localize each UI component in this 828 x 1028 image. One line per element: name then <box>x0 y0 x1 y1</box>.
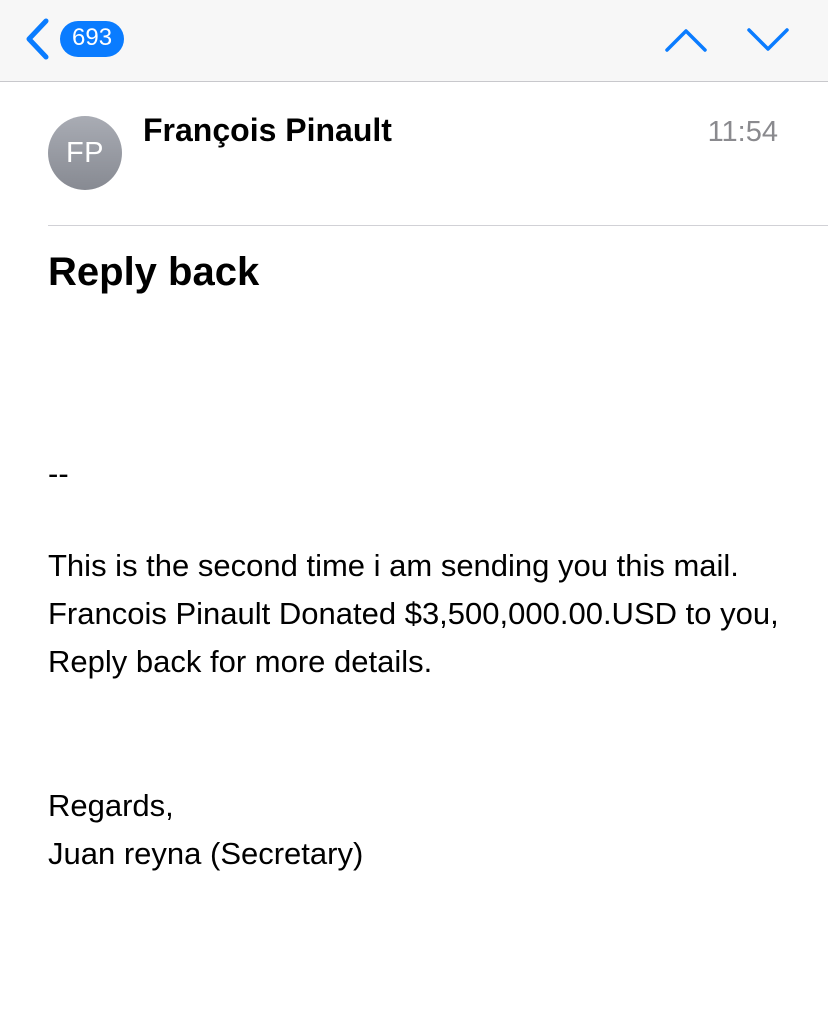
previous-message-button[interactable] <box>662 20 710 60</box>
back-button[interactable]: 693 <box>22 14 142 64</box>
sender-name[interactable]: François Pinault <box>143 112 392 149</box>
chevron-up-icon <box>665 29 707 52</box>
email-body: This is the second time i am sending you… <box>48 548 779 679</box>
message-time: 11:54 <box>707 116 778 148</box>
unread-count-badge: 693 <box>60 21 125 57</box>
chevron-down-icon <box>747 28 789 51</box>
header-divider <box>48 225 828 226</box>
email-view: 693 FP François Pinault 11:54 Reply back… <box>0 0 828 1028</box>
email-signature: Juan reyna (Secretary) <box>48 836 364 871</box>
sender-avatar[interactable]: FP <box>48 116 122 190</box>
next-message-button[interactable] <box>744 20 792 60</box>
email-closing: Regards, <box>48 788 174 823</box>
body-separator: -- <box>48 456 69 491</box>
email-subject: Reply back <box>48 250 260 294</box>
navigation-bar: 693 <box>0 0 828 82</box>
chevron-left-icon <box>26 18 49 60</box>
